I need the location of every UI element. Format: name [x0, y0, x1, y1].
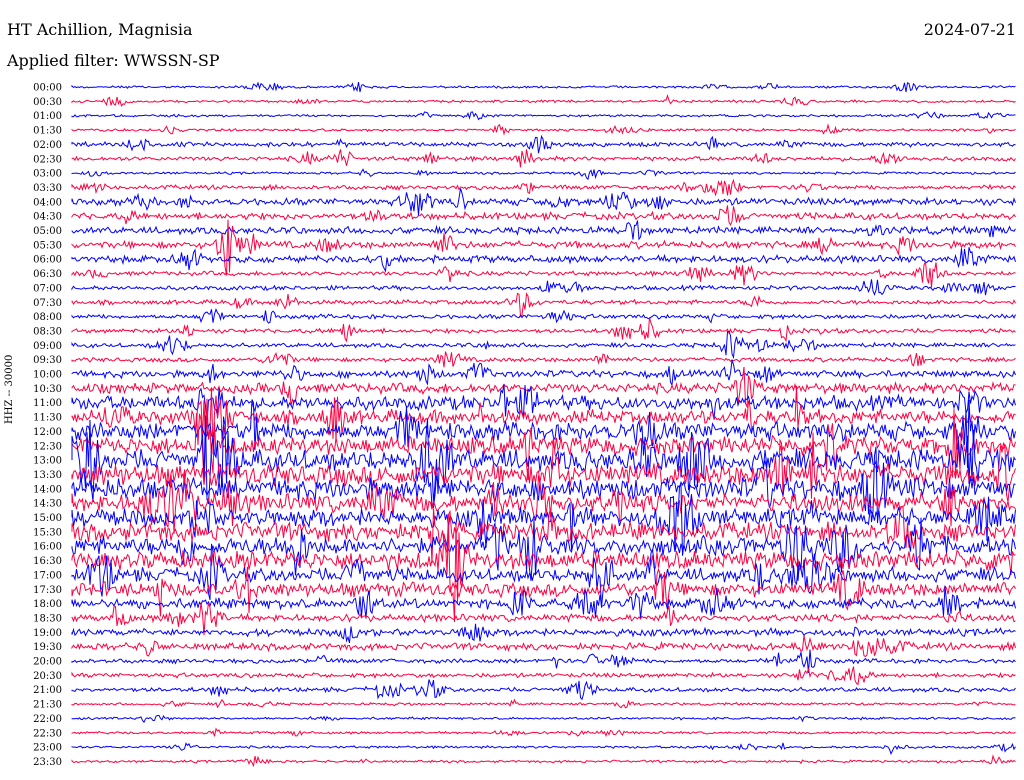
time-tick-label: 18:00	[33, 599, 62, 610]
time-tick-label: 08:00	[33, 312, 62, 323]
seismic-trace	[71, 308, 1016, 324]
seismic-trace	[71, 81, 1016, 93]
time-tick-label: 19:30	[33, 642, 62, 653]
time-tick-label: 14:30	[33, 499, 62, 510]
time-tick-label: 14:00	[33, 484, 62, 495]
time-tick-label: 02:00	[33, 140, 62, 151]
seismic-trace	[71, 292, 1016, 318]
seismic-trace	[71, 698, 1016, 709]
seismic-trace	[71, 111, 1016, 121]
time-tick-label: 09:00	[33, 341, 62, 352]
time-tick-label: 18:30	[33, 613, 62, 624]
seismic-trace	[71, 247, 1016, 273]
seismic-trace	[71, 714, 1016, 724]
time-tick-label: 01:00	[33, 111, 62, 122]
seismic-trace	[71, 188, 1016, 216]
time-tick-label: 19:00	[33, 628, 62, 639]
time-tick-label: 04:00	[33, 197, 62, 208]
seismic-trace	[71, 666, 1016, 686]
seismic-trace	[71, 220, 1016, 241]
time-tick-label: 17:30	[33, 585, 62, 596]
seismic-trace	[71, 279, 1016, 296]
time-tick-label: 21:00	[33, 685, 62, 696]
seismic-trace	[71, 623, 1016, 644]
helicorder-plot: 00:00 00:30 01:00 01:30 02:00 02:30 03:00 03:30…	[33, 81, 1016, 768]
time-tick-label: 09:30	[33, 355, 62, 366]
seismic-trace	[71, 742, 1016, 756]
time-tick-label: 08:30	[33, 326, 62, 337]
seismic-trace	[71, 330, 1016, 360]
time-tick-label: 07:30	[33, 298, 62, 309]
time-tick-label: 06:30	[33, 269, 62, 280]
seismic-trace	[71, 635, 1016, 658]
seismic-trace	[71, 219, 1016, 276]
seismic-trace	[71, 168, 1016, 180]
time-tick-label: 02:30	[33, 154, 62, 165]
seismic-trace	[71, 260, 1016, 288]
seismic-trace	[71, 205, 1016, 227]
time-tick-label: 17:00	[33, 570, 62, 581]
time-tick-label: 05:30	[33, 240, 62, 251]
seismic-trace	[71, 543, 1016, 608]
time-tick-label: 03:30	[33, 183, 62, 194]
seismic-trace	[71, 123, 1016, 136]
time-tick-label: 20:00	[33, 657, 62, 668]
seismic-trace	[71, 679, 1016, 701]
seismic-trace	[71, 360, 1016, 388]
time-tick-label: 11:30	[33, 413, 62, 424]
seismic-trace	[71, 134, 1016, 154]
time-tick-label: 13:30	[33, 470, 62, 481]
time-tick-label: 04:30	[33, 212, 62, 223]
seismic-trace	[71, 727, 1016, 737]
time-tick-label: 11:00	[33, 398, 62, 409]
time-tick-label: 10:30	[33, 384, 62, 395]
time-tick-label: 13:00	[33, 456, 62, 467]
time-tick-label: 15:30	[33, 527, 62, 538]
time-tick-label: 16:30	[33, 556, 62, 567]
time-tick-label: 16:00	[33, 542, 62, 553]
seismic-trace	[71, 94, 1016, 108]
time-tick-label: 21:30	[33, 700, 62, 711]
time-tick-label: 06:00	[33, 255, 62, 266]
time-tick-label: 22:30	[33, 728, 62, 739]
time-tick-label: 12:30	[33, 441, 62, 452]
time-tick-label: 15:00	[33, 513, 62, 524]
time-tick-label: 00:30	[33, 97, 62, 108]
seismic-trace	[71, 149, 1016, 168]
time-tick-label: 22:00	[33, 714, 62, 725]
time-tick-label: 00:00	[33, 83, 62, 94]
time-tick-label: 01:30	[33, 126, 62, 137]
time-tick-label: 05:00	[33, 226, 62, 237]
time-tick-label: 03:00	[33, 169, 62, 180]
seismic-trace	[71, 178, 1016, 197]
time-tick-label: 20:30	[33, 671, 62, 682]
seismic-trace	[71, 754, 1016, 768]
time-tick-label: 10:00	[33, 370, 62, 381]
seismic-trace	[71, 602, 1016, 636]
time-tick-label: 07:00	[33, 283, 62, 294]
time-tick-label: 12:00	[33, 427, 62, 438]
time-tick-label: 23:00	[33, 743, 62, 754]
time-tick-label: 23:30	[33, 757, 62, 768]
